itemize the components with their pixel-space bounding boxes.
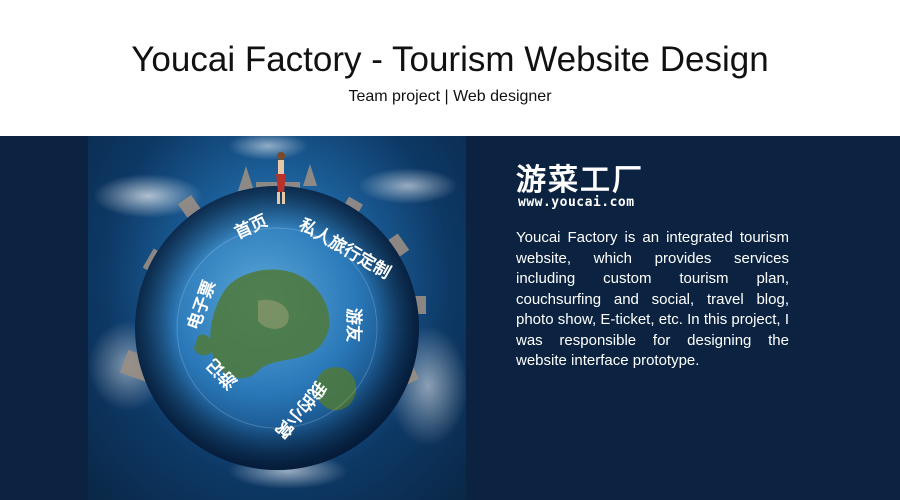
logo-url: www.youcai.com <box>518 195 635 210</box>
planet-illustration: 首页 私人旅行定制 游友 我的小窝 游记 电子票 <box>88 136 466 500</box>
header: Youcai Factory - Tourism Website Design … <box>0 0 900 136</box>
project-panel: 首页 私人旅行定制 游友 我的小窝 游记 电子票 游菜工厂 www.youcai… <box>0 136 900 500</box>
project-description: Youcai Factory is an integrated tourism … <box>516 229 789 369</box>
page-title: Youcai Factory - Tourism Website Design <box>131 40 769 79</box>
youcai-logo: 游菜工厂 www.youcai.com <box>516 164 676 212</box>
page-subtitle: Team project | Web designer <box>348 88 552 105</box>
planet-svg: 首页 私人旅行定制 游友 我的小窝 游记 电子票 <box>88 136 466 489</box>
globe-menu-friends[interactable]: 游友 <box>343 308 364 342</box>
logo-name-cn: 游菜工厂 <box>516 163 644 198</box>
